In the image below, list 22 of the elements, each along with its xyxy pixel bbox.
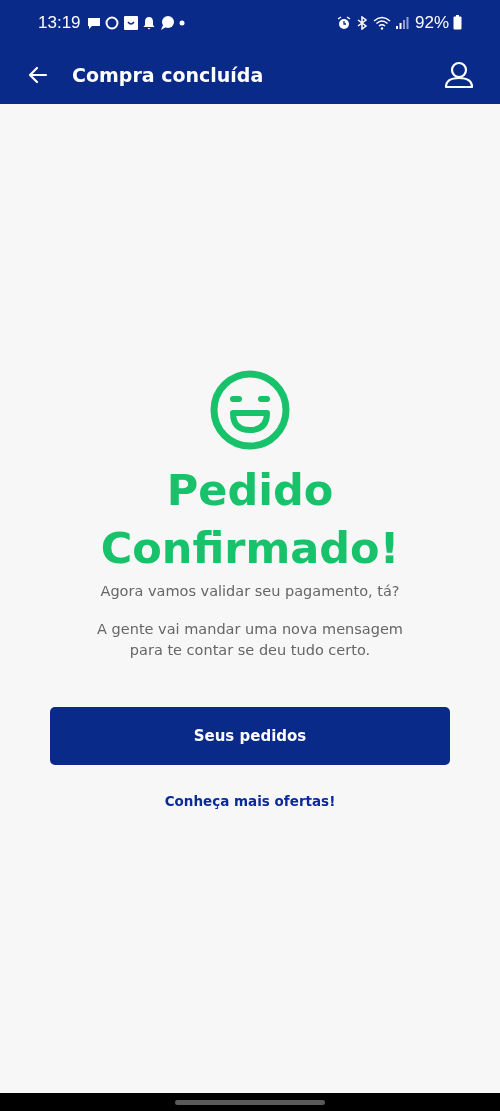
alarm-icon bbox=[336, 15, 351, 30]
speech-bubble-icon bbox=[158, 14, 175, 31]
offers-link[interactable]: Conheça mais ofertas! bbox=[164, 793, 336, 809]
battery-icon bbox=[453, 15, 462, 30]
heading-line: Confirmado! bbox=[100, 522, 400, 575]
heading-line: Pedido bbox=[166, 464, 334, 517]
smiley-icon bbox=[209, 369, 291, 451]
ring-icon bbox=[104, 15, 119, 30]
chat-bubble-icon bbox=[86, 15, 101, 30]
message: A gente vai mandar uma nova mensagem para te contar se deu tudo certo. bbox=[96, 620, 404, 660]
battery-percent: 92% bbox=[414, 12, 449, 33]
dot-icon bbox=[178, 19, 185, 26]
home-handle[interactable] bbox=[175, 1099, 325, 1105]
screen-title: Compra concluída bbox=[72, 63, 265, 86]
bag-icon bbox=[122, 14, 139, 31]
signal-icon bbox=[394, 15, 409, 30]
bell-icon bbox=[142, 15, 155, 30]
user-icon[interactable] bbox=[444, 59, 474, 90]
subtitle: Agora vamos validar seu pagamento, tá? bbox=[100, 583, 400, 599]
status-time: 13:19 bbox=[38, 12, 81, 33]
wifi-icon bbox=[372, 15, 391, 30]
orders-button[interactable]: Seus pedidos bbox=[50, 707, 450, 765]
